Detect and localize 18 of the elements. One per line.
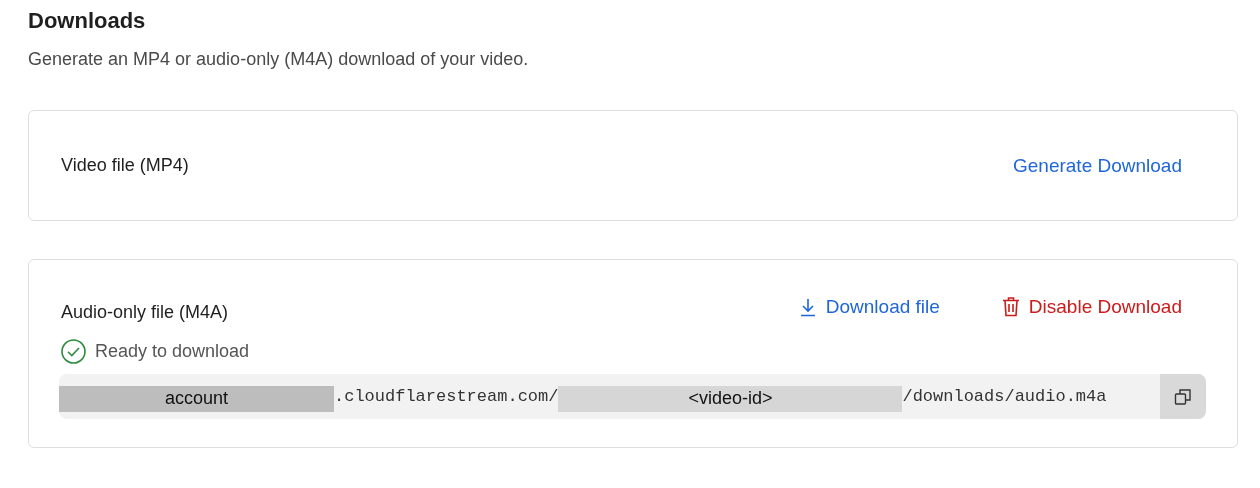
trash-icon bbox=[1001, 296, 1020, 317]
url-text: /downloads/audio.m4a bbox=[902, 387, 1107, 406]
section-description: Generate an MP4 or audio-only (M4A) download of your video. bbox=[28, 48, 530, 71]
url-text: .cloudflarestream.com/ bbox=[334, 387, 559, 406]
card-label: Video file (MP4) bbox=[61, 155, 189, 176]
card-label: Audio-only file (M4A) bbox=[61, 302, 229, 323]
disable-link[interactable]: Disable Download bbox=[1001, 295, 1182, 318]
check-circle-icon bbox=[61, 339, 86, 364]
generate-link[interactable]: Generate Download bbox=[1013, 154, 1182, 177]
status-text: Ready to download bbox=[95, 341, 250, 362]
section-title: Downloads bbox=[28, 7, 147, 35]
url-field[interactable]: account .cloudflarestream.com/ <video-id> /downloads/audio.m4a bbox=[59, 374, 1206, 419]
download-icon bbox=[798, 296, 817, 317]
redaction-label: account bbox=[59, 385, 334, 412]
copy-icon bbox=[1174, 387, 1192, 406]
download-link[interactable]: Download file bbox=[798, 295, 940, 318]
copy-button[interactable] bbox=[1160, 374, 1206, 419]
redaction-label: <video-id> bbox=[558, 385, 903, 412]
